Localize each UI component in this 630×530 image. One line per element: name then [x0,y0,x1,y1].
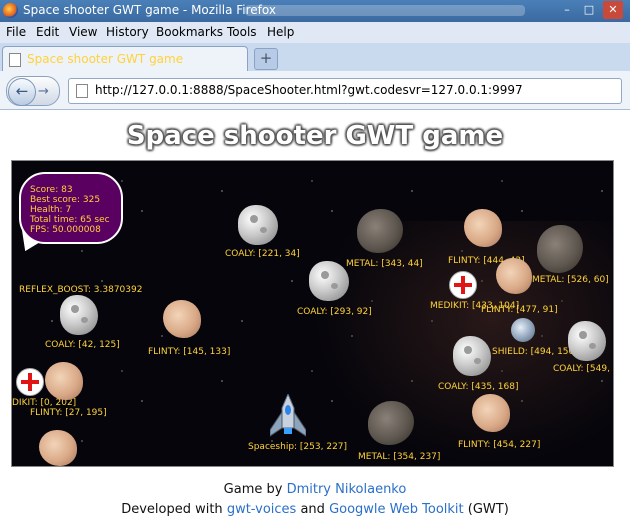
developed-prefix: Developed with [121,502,227,517]
shield-label: SHIELD: [494, 150] [492,347,578,357]
flinty-asteroid [496,258,532,294]
tab-space-shooter[interactable]: Space shooter GWT game [2,46,248,72]
flinty-label: FLINTY: [454, 227] [458,440,541,450]
medikit-icon [16,368,44,396]
flinty-label: FLINTY: [145, 133] [148,347,231,357]
url-text: http://127.0.0.1:8888/SpaceShooter.html?… [95,83,523,97]
coaly-asteroid [453,336,491,376]
flinty-asteroid [39,430,77,466]
minimize-button[interactable]: – [557,1,577,19]
blurred-title-area [245,5,525,16]
flinty-asteroid [464,209,502,247]
page-title: Space shooter GWT game [126,121,504,151]
close-button[interactable]: ✕ [603,1,623,19]
metal-label: METAL: [354, 237] [358,452,441,462]
new-tab-button[interactable]: + [254,48,278,70]
flinty-asteroid [472,394,510,432]
url-bar[interactable]: http://127.0.0.1:8888/SpaceShooter.html?… [68,78,622,104]
gwt-voices-link[interactable]: gwt-voices [227,502,297,517]
gwt-suffix: (GWT) [463,502,509,517]
coaly-asteroid [309,261,349,301]
window-title: Space shooter GWT game - Mozilla Firefox [23,3,276,17]
nav-buttons: ← → [6,76,60,106]
menu-history[interactable]: History [106,25,149,39]
coaly-asteroid [238,205,278,245]
credits-line: Game by Dmitry Nikolaenko [0,482,630,497]
and-text: and [296,502,330,517]
back-button[interactable]: ← [8,78,36,106]
hud-fps: FPS: 50.000008 [30,225,101,235]
reflex-boost-label: REFLEX_BOOST: 3.3870392 [19,285,143,295]
forward-button[interactable]: → [38,84,49,99]
spaceship-label: Spaceship: [253, 227] [248,442,348,452]
menu-bar: File Edit View History Bookmarks Tools H… [0,22,630,43]
developed-with-line: Developed with gwt-voices and Googwle We… [0,502,630,517]
hud-bubble: Score: 83 Best score: 325 Health: 7 Tota… [19,172,123,244]
menu-bookmarks[interactable]: Bookmarks [156,25,223,39]
hud-health: Health: 7 [30,205,72,215]
metal-label: METAL: [343, 44] [346,259,423,269]
menu-edit[interactable]: Edit [36,25,59,39]
flinty-asteroid [163,300,201,338]
medikit-icon [449,271,477,299]
menu-tools[interactable]: Tools [227,25,257,39]
firefox-logo-icon [3,3,18,18]
flinty-label: FLINTY: [27, 195] [30,408,107,418]
hud-total-time: Total time: 65 sec [30,215,110,225]
menu-help[interactable]: Help [267,25,294,39]
coaly-label: COALY: [221, 34] [225,249,300,259]
spaceship-icon [269,392,307,438]
gwt-link[interactable]: Googwle Web Toolkit [329,502,464,517]
coaly-asteroid [568,321,606,361]
author-link[interactable]: Dmitry Nikolaenko [287,482,407,497]
medikit-label: MEDIKIT: [433, 104] [430,301,520,311]
coaly-label: COALY: [42, 125] [45,340,120,350]
flinty-asteroid [45,362,83,400]
hud-best-score: Best score: 325 [30,195,101,205]
shield-icon [511,318,535,342]
game-canvas[interactable]: Score: 83 Best score: 325 Health: 7 Tota… [11,160,614,467]
page-icon [9,53,21,67]
coaly-label: COALY: [293, 92] [297,307,372,317]
coaly-asteroid [60,295,98,335]
page-icon [76,84,88,98]
maximize-button[interactable]: □ [579,1,599,19]
window-title-bar: Space shooter GWT game - Mozilla Firefox… [0,0,630,22]
menu-file[interactable]: File [6,25,26,39]
tab-label: Space shooter GWT game [27,52,184,66]
navigation-bar: ← → http://127.0.0.1:8888/SpaceShooter.h… [0,71,630,110]
coaly-label: COALY: [549, [553,364,610,374]
menu-view[interactable]: View [69,25,97,39]
tab-bar: Space shooter GWT game + [0,43,630,72]
hud-score: Score: 83 [30,185,73,195]
coaly-label: COALY: [435, 168] [438,382,519,392]
credits-prefix: Game by [223,482,287,497]
metal-label: METAL: [526, 60] [532,275,609,285]
